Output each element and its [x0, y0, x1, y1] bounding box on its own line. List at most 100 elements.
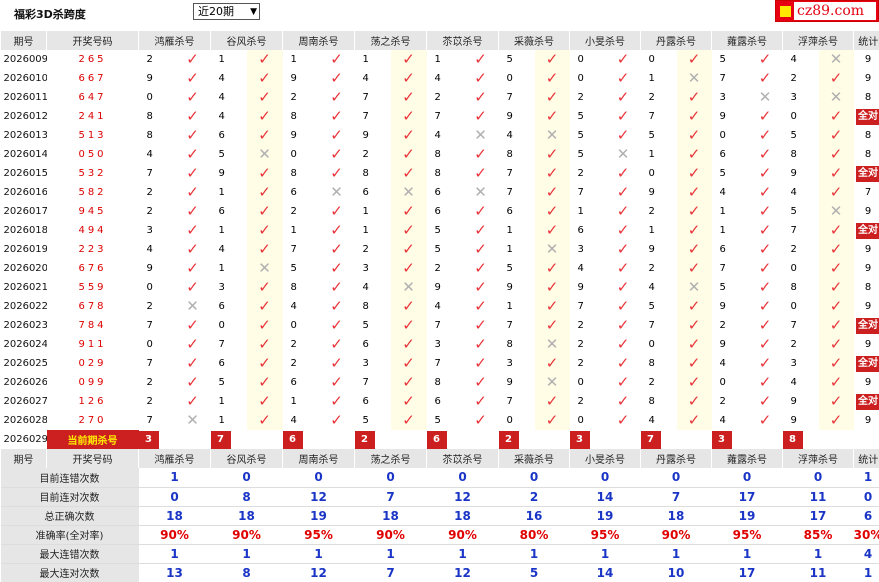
check-icon: ✓ — [829, 164, 843, 182]
check-icon: ✓ — [616, 88, 630, 106]
stat-value: 9 — [864, 415, 872, 426]
kill-number: 6 — [434, 206, 441, 217]
stat-value: 9 — [864, 244, 872, 255]
kill-result: ✓ — [246, 392, 283, 411]
check-icon: ✓ — [330, 316, 343, 334]
kill-result: ✓ — [676, 50, 712, 69]
summary-value: 1 — [282, 544, 355, 564]
kill-number: 5 — [434, 244, 441, 255]
kill-number: 9 — [218, 168, 225, 179]
draw-number: 945 — [78, 206, 107, 217]
check-icon: ✓ — [474, 107, 487, 125]
kill-number: 2 — [146, 54, 153, 65]
kill-result: ✓ — [463, 297, 499, 316]
top-bar: 福彩3D杀跨度 近20期 ▼ cz89.com — [0, 0, 879, 28]
summary-row: 准确率(全对率) 90% 90% 95% 90% 90% 80% 95% 90% 95% 85% 30… — [0, 525, 879, 545]
kill-number: 0 — [719, 377, 726, 388]
kill-result: ✓ — [748, 354, 783, 373]
kill-result: ✓ — [175, 164, 211, 183]
kill-result: ✓ — [175, 354, 211, 373]
kill-number: 0 — [146, 339, 153, 350]
kill-number: 7 — [434, 111, 441, 122]
kill-result: ✓ — [246, 240, 283, 259]
check-icon: ✓ — [402, 88, 415, 106]
check-icon: ✓ — [616, 240, 630, 258]
kill-number: 2 — [434, 263, 441, 274]
check-icon: ✓ — [829, 335, 843, 353]
summary-value: 17 — [782, 506, 854, 526]
kill-number: 3 — [362, 263, 369, 274]
kill-result: ✓ — [748, 221, 783, 240]
check-icon: ✓ — [258, 278, 271, 296]
stat-value: 8 — [864, 130, 872, 141]
check-icon: ✓ — [474, 221, 487, 239]
kill-number: 2 — [719, 396, 726, 407]
kill-number: 1 — [218, 187, 225, 198]
check-icon: ✓ — [758, 145, 772, 163]
period-cell: 2026019 — [3, 244, 47, 255]
kill-result: ✓ — [246, 297, 283, 316]
kill-number: 3 — [719, 92, 726, 103]
column-header: 谷风杀号 — [210, 31, 283, 50]
stat-value: 9 — [864, 301, 872, 312]
kill-result: ✓ — [534, 316, 570, 335]
summary-value: 0 — [853, 487, 879, 507]
site-logo[interactable]: cz89.com — [775, 0, 879, 22]
summary-value: 1 — [138, 544, 211, 564]
check-icon: ✓ — [186, 183, 199, 201]
kill-number: 4 — [218, 111, 225, 122]
kill-result: ✓ — [818, 259, 854, 278]
kill-result: ✓ — [606, 297, 641, 316]
stat-value: 9 — [864, 206, 872, 217]
summary-value: 1 — [853, 468, 879, 488]
table-row: 2026022 678 2 ✕ 6 ✓ 4 ✓ 8 ✓ 4 ✓ 1 ✓ 7 ✓ 5 ✓ 9 ✓ 0 ✓ 9 — [1, 297, 879, 316]
period-cell: 2026020 — [3, 263, 47, 274]
check-icon: ✓ — [186, 69, 199, 87]
kill-result: ✓ — [748, 335, 783, 354]
kill-number: 2 — [648, 377, 655, 388]
summary-label: 最大连对次数 — [0, 563, 139, 582]
kill-result: ✓ — [319, 50, 355, 69]
check-icon: ✓ — [545, 221, 559, 239]
kill-result: ✓ — [390, 221, 427, 240]
kill-number: 0 — [577, 54, 584, 65]
table-row: 2026028 270 7 ✕ 1 ✓ 4 ✓ 5 ✓ 5 ✓ 0 ✓ 0 ✓ 4 ✓ 4 ✓ 9 ✓ 9 — [1, 411, 879, 430]
cross-icon: ✕ — [545, 373, 559, 391]
kill-number: 1 — [506, 244, 513, 255]
kill-result: ✓ — [319, 69, 355, 88]
kill-number: 2 — [790, 73, 797, 84]
kill-number: 5 — [218, 377, 225, 388]
kill-number: 1 — [648, 73, 655, 84]
period-cell: 2026015 — [3, 168, 47, 179]
period-select[interactable]: 近20期 ▼ — [193, 3, 260, 20]
summary-value: 1 — [138, 468, 211, 488]
kill-number: 9 — [719, 111, 726, 122]
check-icon: ✓ — [258, 411, 271, 429]
summary-value: 1 — [711, 544, 783, 564]
kill-result: ✓ — [390, 145, 427, 164]
kill-number: 0 — [719, 130, 726, 141]
kill-number: 0 — [790, 111, 797, 122]
kill-result: ✓ — [676, 297, 712, 316]
column-header: 蕹露杀号 — [711, 449, 783, 468]
kill-number: 9 — [146, 73, 153, 84]
check-icon: ✓ — [258, 392, 271, 410]
stat-cell: 9 — [854, 259, 879, 278]
kill-result: ✓ — [606, 373, 641, 392]
kill-number: 8 — [146, 111, 153, 122]
kill-number: 0 — [648, 168, 655, 179]
kill-number: 6 — [434, 187, 441, 198]
check-icon: ✓ — [474, 50, 487, 68]
kill-number: 6 — [218, 301, 225, 312]
table-row: 2026011 647 0 ✓ 4 ✓ 2 ✓ 7 ✓ 2 ✓ 7 ✓ 2 ✓ 2 ✓ 3 ✕ 3 ✕ 8 — [1, 88, 879, 107]
kill-result: ✕ — [246, 145, 283, 164]
stat-cell: 8 — [854, 145, 879, 164]
summary-value: 1 — [354, 544, 427, 564]
check-icon: ✓ — [545, 107, 559, 125]
check-icon: ✓ — [186, 88, 199, 106]
kill-number: 4 — [146, 244, 153, 255]
kill-number: 2 — [790, 339, 797, 350]
kill-number: 7 — [434, 320, 441, 331]
kill-number: 6 — [719, 149, 726, 160]
kill-number: 5 — [577, 111, 584, 122]
